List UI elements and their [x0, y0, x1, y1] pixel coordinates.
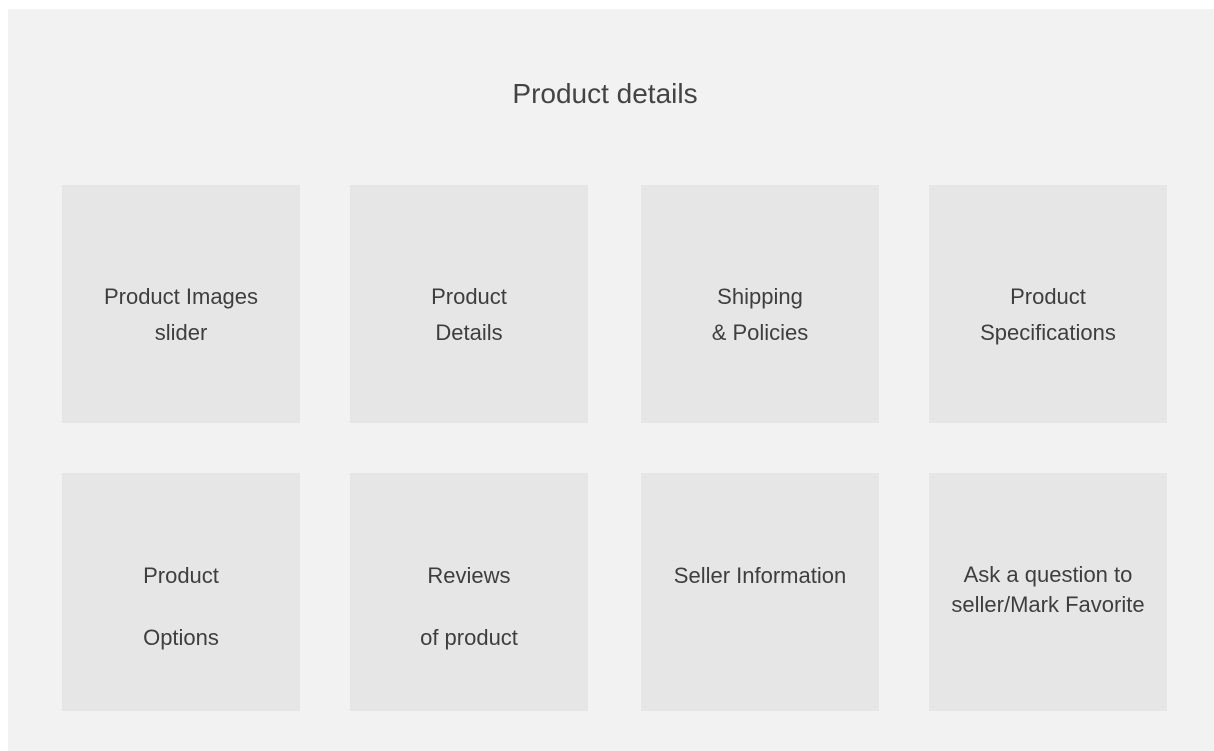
- shipping-policies-block: Shipping & Policies: [641, 185, 879, 423]
- block-label-line-2: Details: [435, 320, 503, 345]
- block-label-line-2: Specifications: [980, 320, 1116, 345]
- block-label-line-1: Product: [1010, 284, 1086, 309]
- product-images-slider-block: Product Images slider: [62, 185, 300, 423]
- block-label-line-1: Product Images: [103, 284, 259, 309]
- block-label-line-1: Product: [431, 284, 507, 309]
- block-label-line-1: Reviews: [427, 563, 511, 588]
- block-label-line-2: Options: [143, 625, 219, 650]
- product-options-block: Product Options: [62, 473, 300, 711]
- product-details-block: Product Details: [350, 185, 588, 423]
- seller-information-block: Seller Information: [641, 473, 879, 711]
- block-label-line-2: & Policies: [711, 320, 809, 345]
- block-label: Ask a question to seller/Mark Favorite: [951, 562, 1145, 617]
- page-title: Product details: [512, 78, 698, 109]
- block-label-line-1: Shipping: [717, 284, 803, 309]
- block-label-line-2: slider: [154, 320, 208, 345]
- product-specifications-block: Product Specifications: [929, 185, 1167, 423]
- block-label-line-1: Product: [143, 563, 219, 588]
- block-label-line-1: Seller Information: [673, 563, 847, 588]
- block-label-line-2: of product: [420, 625, 518, 650]
- ask-question-favorite-block: Ask a question to seller/Mark Favorite: [929, 473, 1167, 711]
- reviews-block: Reviews of product: [350, 473, 588, 711]
